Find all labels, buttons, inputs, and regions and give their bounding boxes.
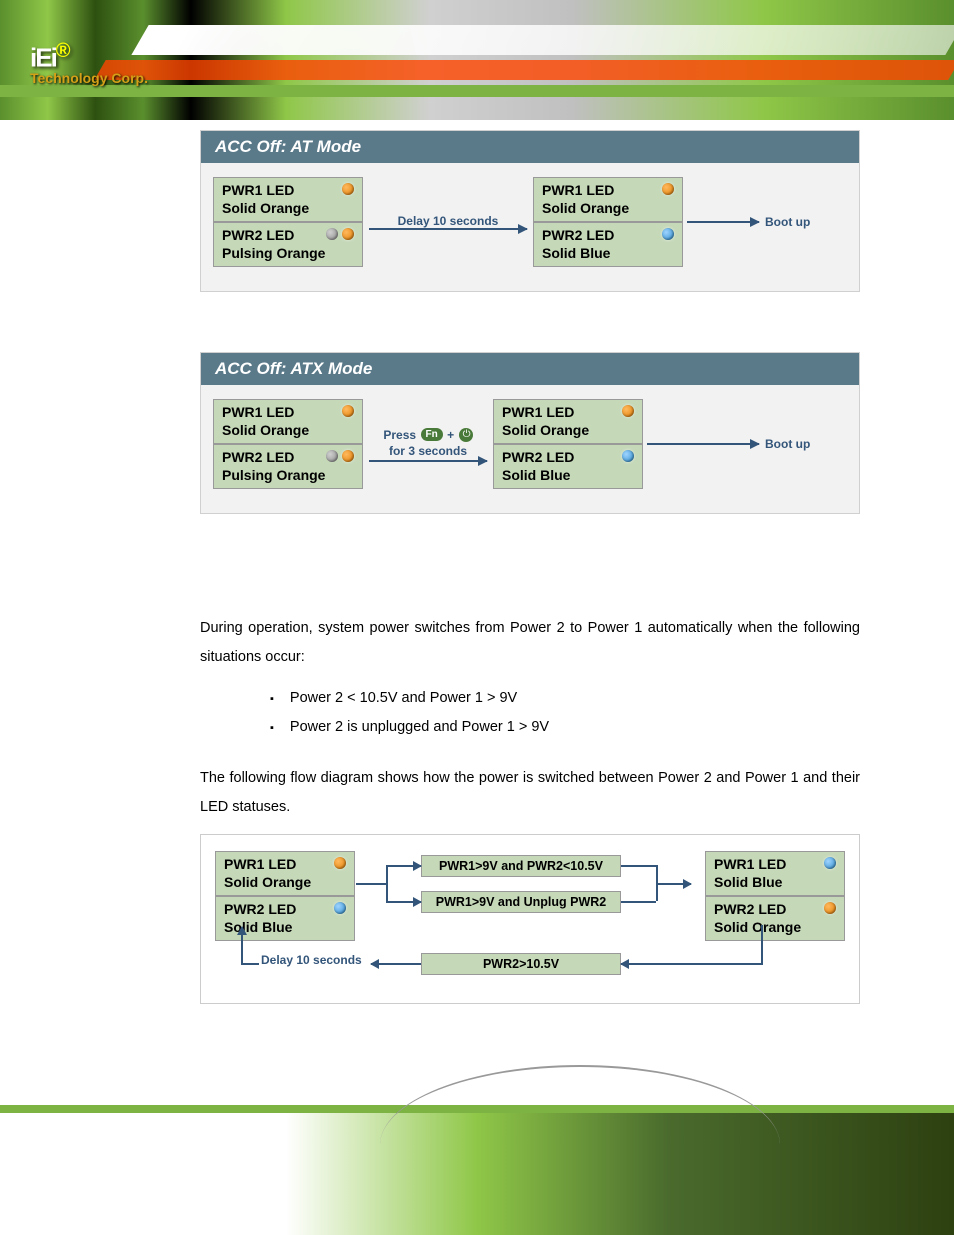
led-orange-icon bbox=[342, 450, 354, 462]
d3-right-r1: PWR1 LED Solid Blue bbox=[714, 856, 836, 891]
d2-boot-label: Boot up bbox=[765, 437, 810, 451]
d2-duration-label: for 3 seconds bbox=[389, 444, 467, 458]
d2-press-label: Press bbox=[383, 428, 416, 442]
led-dim-icon bbox=[326, 450, 338, 462]
led-blue-icon bbox=[662, 228, 674, 240]
power-key-icon: ⏻ bbox=[459, 428, 473, 442]
diagram-atx-mode: ACC Off: ATX Mode PWR1 LED Solid Orange … bbox=[200, 352, 860, 514]
d1-right-r2: PWR2 LED Solid Blue bbox=[542, 227, 674, 262]
d1-left-r1: PWR1 LED Solid Orange bbox=[222, 182, 354, 217]
led-orange-icon bbox=[342, 405, 354, 417]
logo-main: iEi bbox=[30, 43, 56, 73]
led-blue-icon bbox=[622, 450, 634, 462]
d3-delay: Delay 10 seconds bbox=[261, 953, 362, 967]
fn-key-icon: Fn bbox=[421, 428, 443, 441]
d2-right-r1: PWR1 LED Solid Orange bbox=[502, 404, 634, 439]
logo: iEi® Technology Corp. bbox=[30, 40, 148, 86]
led-orange-icon bbox=[342, 228, 354, 240]
main-content: ACC Off: AT Mode PWR1 LED Solid Orange P… bbox=[200, 130, 860, 1004]
d3-left-r1: PWR1 LED Solid Orange bbox=[224, 856, 346, 891]
d2-left-r1: PWR1 LED Solid Orange bbox=[222, 404, 354, 439]
diagram1-title: ACC Off: AT Mode bbox=[201, 131, 859, 163]
led-orange-icon bbox=[334, 857, 346, 869]
paragraph-2: The following flow diagram shows how the… bbox=[200, 764, 860, 822]
d3-cond3: PWR2>10.5V bbox=[421, 953, 621, 975]
led-blue-icon bbox=[824, 857, 836, 869]
d2-right-r2: PWR2 LED Solid Blue bbox=[502, 449, 634, 484]
diagram-power-switch: PWR1 LED Solid Orange PWR2 LED Solid Blu… bbox=[200, 834, 860, 1004]
bullet-2: Power 2 is unplugged and Power 1 > 9V bbox=[270, 713, 860, 742]
diagram-at-mode: ACC Off: AT Mode PWR1 LED Solid Orange P… bbox=[200, 130, 860, 292]
d3-right-r2: PWR2 LED Solid Orange bbox=[714, 901, 836, 936]
led-dim-icon bbox=[326, 228, 338, 240]
d1-boot-label: Boot up bbox=[765, 215, 810, 229]
led-orange-icon bbox=[824, 902, 836, 914]
diagram2-title: ACC Off: ATX Mode bbox=[201, 353, 859, 385]
led-orange-icon bbox=[622, 405, 634, 417]
logo-reg: ® bbox=[56, 40, 69, 62]
led-blue-icon bbox=[334, 902, 346, 914]
bullet-1: Power 2 < 10.5V and Power 1 > 9V bbox=[270, 684, 860, 713]
logo-sub: Technology Corp. bbox=[30, 70, 148, 86]
d3-cond1: PWR1>9V and PWR2<10.5V bbox=[421, 855, 621, 877]
d3-cond2: PWR1>9V and Unplug PWR2 bbox=[421, 891, 621, 913]
d1-mid-label: Delay 10 seconds bbox=[398, 214, 499, 228]
d1-right-r1: PWR1 LED Solid Orange bbox=[542, 182, 674, 217]
led-orange-icon bbox=[342, 183, 354, 195]
led-orange-icon bbox=[662, 183, 674, 195]
bullet-list: Power 2 < 10.5V and Power 1 > 9V Power 2… bbox=[270, 684, 860, 742]
footer-banner bbox=[0, 1105, 954, 1235]
paragraph-1: During operation, system power switches … bbox=[200, 614, 860, 672]
plus-icon: + bbox=[447, 428, 454, 442]
